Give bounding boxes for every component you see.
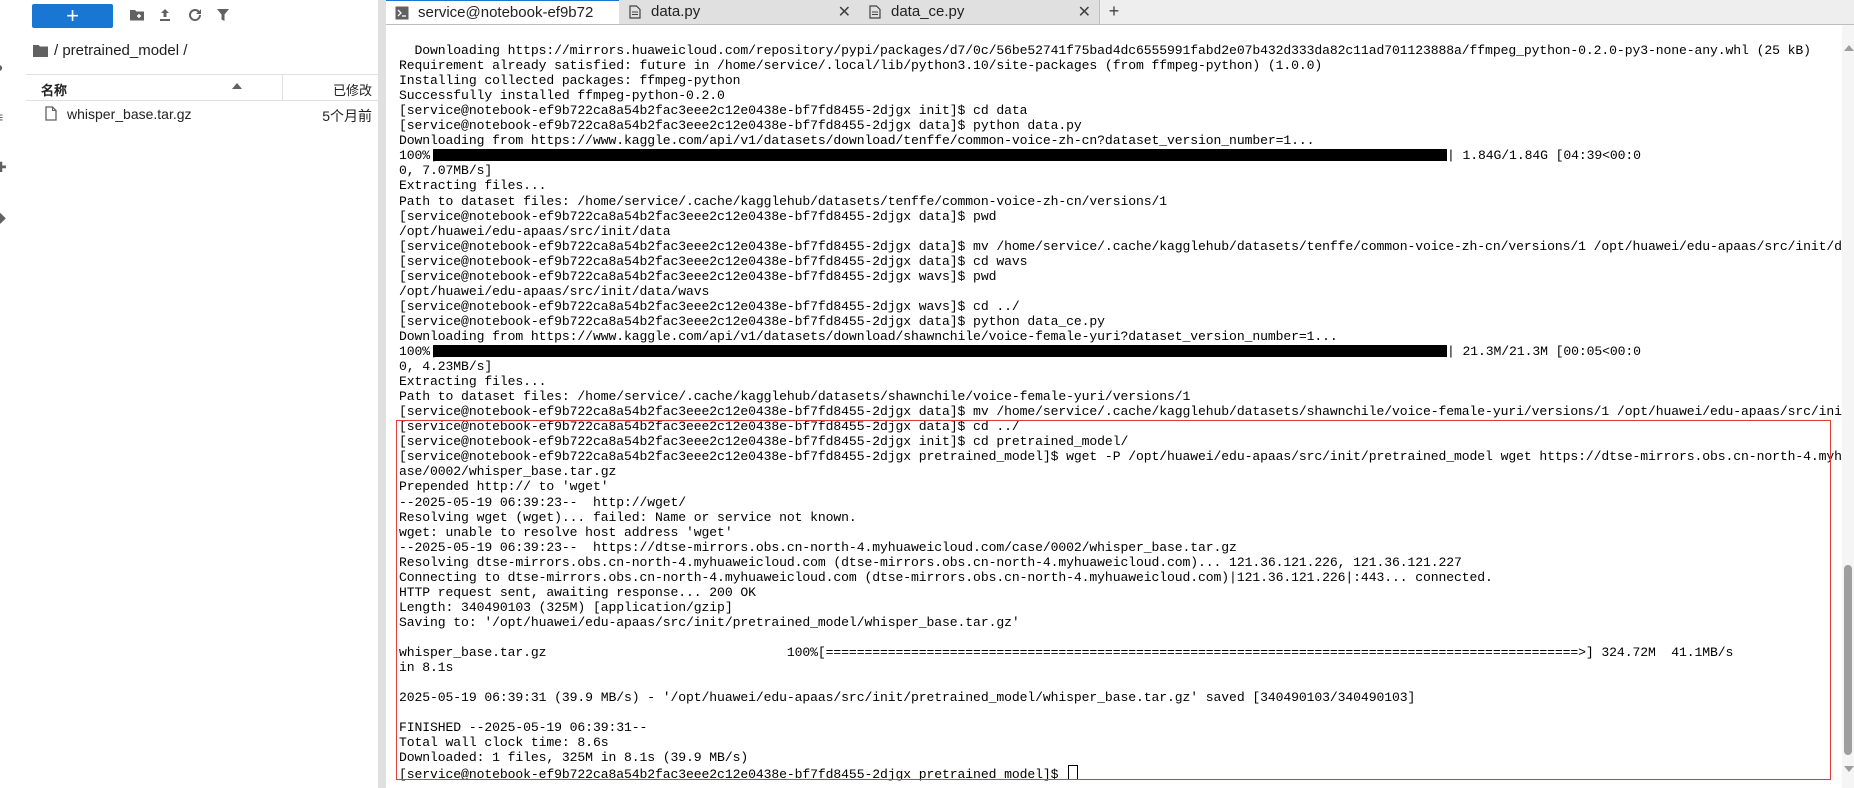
scroll-down-arrow-icon[interactable] [1844,766,1854,772]
file-icon [869,5,881,19]
terminal-icon [395,6,409,20]
terminal-line: 2025-05-19 06:39:31 (39.9 MB/s) - '/opt/… [399,690,1416,706]
tab-label: data_ce.py [891,3,965,20]
terminal-line: Resolving dtse-mirrors.obs.cn-north-4.my… [399,554,1462,570]
terminal-line: 0, 7.07MB/s] [399,163,493,179]
terminal-line: Successfully installed ffmpeg-python-0.2… [399,88,725,104]
extensions-icon[interactable]: ✚ [0,160,9,174]
terminal-output[interactable]: Downloading https://mirrors.huaweicloud.… [386,25,1842,788]
terminal-line: Path to dataset files: /home/service/.ca… [399,389,1191,405]
terminal-line: [service@notebook-ef9b722ca8a54b2fac3eee… [399,268,997,284]
terminal-line: [service@notebook-ef9b722ca8a54b2fac3eee… [399,449,1842,465]
terminal-line: Saving to: '/opt/huawei/edu-apaas/src/in… [399,614,1020,630]
terminal-line: FINISHED --2025-05-19 06:39:31-- [399,720,648,736]
terminal-line: Extracting files... [399,374,547,390]
close-icon[interactable]: ✕ [1078,2,1091,22]
terminal-line: Path to dataset files: /home/service/.ca… [399,193,1167,209]
file-browser-toolbar: + [13,0,378,34]
terminal-line: [service@notebook-ef9b722ca8a54b2fac3eee… [399,253,1028,269]
progress-percent: 100%| [399,344,438,359]
terminal-line: wget: unable to resolve host address 'wg… [399,524,733,540]
file-icon [45,106,57,121]
running-icon[interactable]: ● [0,60,9,74]
progress-stats: | 21.3M/21.3M [00:05<00:0 [1447,344,1641,359]
terminal-line: [service@notebook-ef9b722ca8a54b2fac3eee… [399,313,1105,329]
file-modified: 5个月前 [322,108,372,124]
tab-label: service@notebook-ef9b72 [418,4,594,21]
file-name: whisper_base.tar.gz [67,106,192,122]
terminal-line: [service@notebook-ef9b722ca8a54b2fac3eee… [399,118,1082,134]
terminal-line: [service@notebook-ef9b722ca8a54b2fac3eee… [399,404,1842,420]
file-icon [629,5,641,19]
progress-percent: 100%| [399,148,438,164]
upload-icon[interactable] [157,7,173,23]
terminal-line: /opt/huawei/edu-apaas/src/init/data [399,223,671,239]
panel-splitter[interactable] [378,0,386,788]
terminal-line: Connecting to dtse-mirrors.obs.cn-north-… [399,569,1493,585]
progress-line: 100%| | 1.84G/1.84G [04:39<00:0 [399,148,1839,163]
files-icon[interactable]: ▪ [0,10,9,24]
terminal-line: Extracting files... [399,178,547,194]
prompt-text: [service@notebook-ef9b722ca8a54b2fac3eee… [399,767,1067,783]
terminal-line: Installing collected packages: ffmpeg-py… [399,73,741,89]
terminal-cursor[interactable] [1068,765,1079,781]
progress-bar [433,345,1447,357]
terminal-line: [service@notebook-ef9b722ca8a54b2fac3eee… [399,298,1020,314]
file-list-header: 名称 已修改 [26,74,378,101]
column-divider[interactable] [282,75,283,100]
activity-bar: ▪ ● ≡ ✚ ◆ [0,0,14,788]
terminal-line: [service@notebook-ef9b722ca8a54b2fac3eee… [399,434,1129,450]
new-launcher-button[interactable]: + [32,4,113,28]
terminal-line: Requirement already satisfied: future in… [399,58,1323,74]
terminal-line: --2025-05-19 06:39:23-- http://wget/ [399,494,687,510]
terminal-line: Downloaded: 1 files, 325M in 8.1s (39.9 … [399,750,749,766]
terminal-line: in 8.1s [399,660,454,676]
terminal-line: Downloading from https://www.kaggle.com/… [399,133,1315,149]
scroll-up-arrow-icon[interactable] [1844,45,1854,51]
column-name-header[interactable]: 名称 [41,80,67,99]
terminal-line: /opt/huawei/edu-apaas/src/init/data/wavs [399,283,710,299]
terminal-line: [service@notebook-ef9b722ca8a54b2fac3eee… [399,419,1020,435]
terminal-line: [service@notebook-ef9b722ca8a54b2fac3eee… [399,103,1028,119]
terminal-line: Resolving wget (wget)... failed: Name or… [399,509,857,525]
terminal-line: whisper_base.tar.gz 100%[===============… [399,645,1734,660]
column-modified-header[interactable]: 已修改 [333,80,372,99]
tab-data-ce-py[interactable]: data_ce.py ✕ [859,0,1100,24]
terminal-scrollbar[interactable] [1842,25,1854,788]
scroll-thumb[interactable] [1844,565,1852,755]
terminal-line: Downloading from https://www.kaggle.com/… [399,328,1338,344]
file-row[interactable]: whisper_base.tar.gz 5个月前 [26,102,378,126]
breadcrumb-path[interactable]: / pretrained_model / [54,42,187,59]
refresh-icon[interactable] [187,7,203,23]
breadcrumb: / pretrained_model / [33,42,187,59]
progress-bar [433,149,1447,162]
folder-icon[interactable] [33,44,48,57]
tab-data-py[interactable]: data.py ✕ [619,0,860,24]
terminal-line: [service@notebook-ef9b722ca8a54b2fac3eee… [399,208,997,224]
commands-icon[interactable]: ≡ [0,110,9,124]
filter-icon[interactable] [215,7,231,23]
git-icon[interactable]: ◆ [0,210,9,224]
tab-terminal[interactable]: service@notebook-ef9b72 [386,0,620,24]
progress-line: 100%| | 21.3M/21.3M [00:05<00:0 [399,344,1839,359]
tab-bar: service@notebook-ef9b72 data.py ✕ data_c… [386,0,1854,25]
terminal-line: ase/0002/whisper_base.tar.gz [399,464,617,480]
terminal-line: [service@notebook-ef9b722ca8a54b2fac3eee… [399,238,1842,254]
new-folder-icon[interactable] [129,7,145,23]
terminal-prompt: [service@notebook-ef9b722ca8a54b2fac3eee… [399,765,1079,783]
close-icon[interactable]: ✕ [838,2,851,22]
sort-arrow-icon[interactable] [232,83,242,89]
terminal-line: Length: 340490103 (325M) [application/gz… [399,599,733,615]
file-browser: + / pretrained_model / 名称 已修改 whisper_ba… [13,0,378,788]
terminal-line: Total wall clock time: 8.6s [399,735,609,751]
terminal-line: Prepended http:// to 'wget' [399,479,609,495]
terminal-line: HTTP request sent, awaiting response... … [399,584,756,600]
terminal-line: 0, 4.23MB/s] [399,359,493,375]
new-tab-button[interactable]: + [1100,0,1128,24]
progress-stats: | 1.84G/1.84G [04:39<00:0 [1447,148,1641,164]
tab-label: data.py [651,3,701,20]
terminal-line: --2025-05-19 06:39:23-- https://dtse-mir… [399,539,1237,555]
terminal-line: Downloading https://mirrors.huaweicloud.… [399,43,1811,58]
